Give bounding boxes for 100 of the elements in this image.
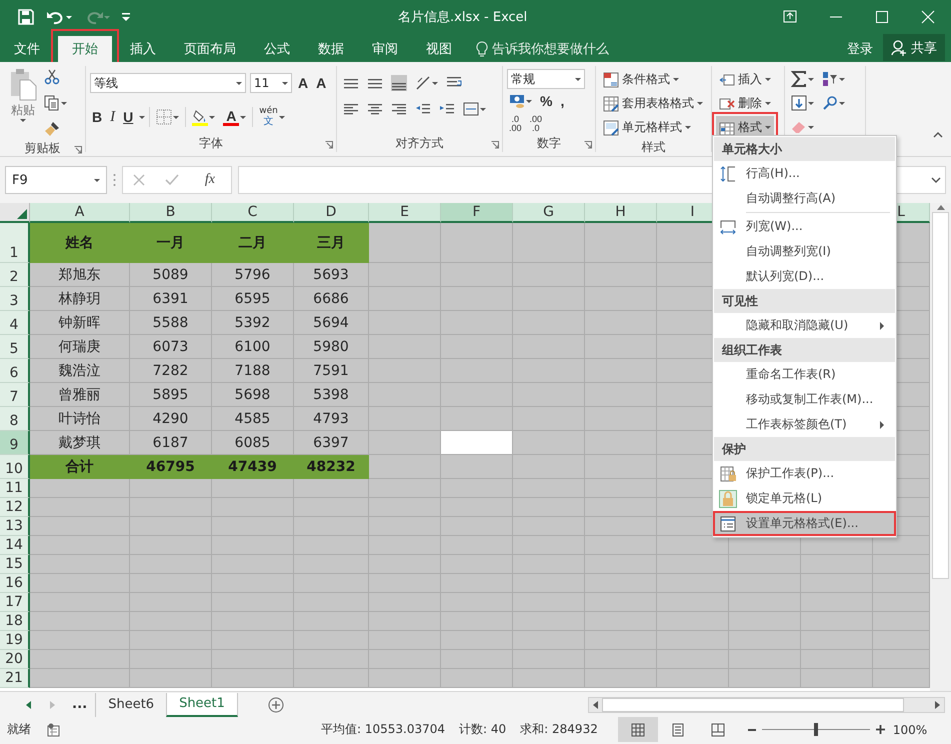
grow-font-button[interactable]: A <box>296 72 310 94</box>
ribbon-tab[interactable]: 审阅 <box>358 36 412 62</box>
menu-item[interactable]: 锁定单元格(L) <box>713 486 896 511</box>
row-header[interactable]: 19 <box>0 631 30 650</box>
row-header[interactable]: 21 <box>0 669 30 688</box>
add-sheet-icon[interactable] <box>268 696 284 712</box>
collapse-ribbon-icon[interactable] <box>933 132 943 138</box>
column-header[interactable]: F <box>441 203 513 223</box>
menu-item[interactable]: 移动或复制工作表(M)... <box>713 387 896 412</box>
row-header[interactable]: 10 <box>0 455 30 479</box>
row-header[interactable]: 7 <box>0 383 30 407</box>
dialog-launcher-icon[interactable] <box>74 146 82 154</box>
row-header[interactable]: 13 <box>0 517 30 536</box>
row-header[interactable]: 12 <box>0 498 30 517</box>
name-box[interactable]: F9 <box>5 166 107 194</box>
zoom-in-icon[interactable] <box>876 725 885 734</box>
lightbulb-icon[interactable] <box>476 41 488 57</box>
row-header[interactable]: 15 <box>0 555 30 574</box>
expand-icon[interactable] <box>931 177 941 183</box>
ribbon-tab[interactable]: 插入 <box>116 36 170 62</box>
column-header[interactable]: E <box>369 203 441 223</box>
row-header[interactable]: 9 <box>0 431 30 455</box>
row-header[interactable]: 2 <box>0 263 30 287</box>
menu-item[interactable]: 工作表标签颜色(T) <box>713 412 896 437</box>
menu-item[interactable]: 隐藏和取消隐藏(U) <box>713 313 896 338</box>
menu-item[interactable]: 自动调整列宽(I) <box>713 239 896 264</box>
scroll-up-icon[interactable] <box>936 205 944 210</box>
bold-button[interactable]: B <box>90 106 104 128</box>
dialog-launcher-icon[interactable] <box>584 141 592 149</box>
column-header[interactable]: G <box>513 203 585 223</box>
menu-item[interactable]: 默认列宽(D)... <box>713 264 896 289</box>
number-format-dropdown[interactable]: 常规 <box>507 69 585 89</box>
maximize-icon[interactable] <box>875 10 889 24</box>
decrease-decimal-button[interactable]: .00 .0 <box>528 113 544 135</box>
row-header[interactable]: 20 <box>0 650 30 669</box>
style-button[interactable]: 条件格式 <box>600 68 706 91</box>
paste-button[interactable]: 粘贴 <box>4 66 42 140</box>
italic-button[interactable]: I <box>108 106 118 128</box>
row-header[interactable]: 3 <box>0 287 30 311</box>
ribbon-tab[interactable]: 开始 <box>58 36 112 62</box>
cells-button[interactable]: 删除 <box>716 92 774 115</box>
row-header[interactable]: 17 <box>0 593 30 612</box>
insert-function-button[interactable]: fx <box>198 171 221 189</box>
style-button[interactable]: 单元格样式 <box>600 116 706 139</box>
scroll-right-icon[interactable] <box>935 700 940 708</box>
scrollbar-thumb[interactable] <box>932 212 949 579</box>
save-icon[interactable] <box>18 8 34 24</box>
ribbon-display-icon[interactable] <box>783 10 797 24</box>
row-header[interactable]: 8 <box>0 407 30 431</box>
font-name-dropdown[interactable]: 等线 <box>90 73 246 93</box>
ribbon-tab[interactable]: 文件 <box>0 36 54 62</box>
row-header[interactable]: 16 <box>0 574 30 593</box>
zoom-percent[interactable]: 100% <box>892 722 928 736</box>
ribbon-tab[interactable]: 数据 <box>304 36 358 62</box>
column-header[interactable]: C <box>212 203 294 223</box>
dialog-launcher-icon[interactable] <box>491 141 499 149</box>
row-header[interactable]: 11 <box>0 479 30 498</box>
percent-button[interactable]: % <box>538 90 554 112</box>
tell-me-search[interactable]: 告诉我你想要做什么 <box>492 40 609 58</box>
view-button[interactable] <box>618 717 658 742</box>
phonetic-button[interactable]: wén 文 <box>257 106 287 128</box>
row-header[interactable]: 18 <box>0 612 30 631</box>
menu-item[interactable]: 设置单元格格式(E)... <box>713 511 896 536</box>
menu-item[interactable]: 重命名工作表(R) <box>713 362 896 387</box>
zoom-slider-thumb[interactable] <box>814 723 818 736</box>
ribbon-tab[interactable]: 视图 <box>412 36 466 62</box>
row-header[interactable]: 1 <box>0 223 30 263</box>
share-button[interactable]: 共享 <box>883 34 945 61</box>
font-size-dropdown[interactable]: 11 <box>250 73 292 93</box>
row-header[interactable]: 14 <box>0 536 30 555</box>
ribbon-tab[interactable]: 页面布局 <box>170 36 250 62</box>
sign-in-link[interactable]: 登录 <box>837 36 883 62</box>
menu-item[interactable]: 行高(H)... <box>713 161 896 186</box>
row-header[interactable]: 5 <box>0 335 30 359</box>
active-cell[interactable] <box>441 431 513 455</box>
menu-item[interactable]: 保护工作表(P)... <box>713 461 896 486</box>
select-all-icon[interactable] <box>17 209 27 219</box>
cells-button[interactable]: 插入 <box>716 68 774 91</box>
font-color-button[interactable]: A <box>221 106 248 128</box>
more-sheets-button[interactable]: ... <box>64 697 96 712</box>
underline-button[interactable]: U <box>121 106 136 128</box>
column-header[interactable]: D <box>294 203 369 223</box>
macro-record-icon[interactable] <box>47 722 61 736</box>
dialog-launcher-icon[interactable] <box>325 141 333 149</box>
column-header[interactable]: A <box>30 203 130 223</box>
row-header[interactable]: 6 <box>0 359 30 383</box>
scroll-left-icon[interactable] <box>593 700 598 708</box>
customize-icon[interactable] <box>122 12 130 20</box>
comma-button[interactable]: , <box>558 90 566 112</box>
ribbon-tab[interactable]: 公式 <box>250 36 304 62</box>
column-header[interactable]: H <box>585 203 657 223</box>
sheet-tab[interactable]: Sheet1 <box>166 692 238 716</box>
row-header[interactable]: 4 <box>0 311 30 335</box>
previous-sheet-icon[interactable] <box>26 700 30 708</box>
increase-decimal-button[interactable]: .0 .00 <box>507 113 524 135</box>
style-button[interactable]: 套用表格格式 <box>600 92 706 115</box>
close-icon[interactable] <box>921 10 935 24</box>
column-header[interactable]: B <box>130 203 212 223</box>
shrink-font-button[interactable]: A <box>314 72 328 94</box>
scrollbar-thumb[interactable] <box>602 698 904 712</box>
